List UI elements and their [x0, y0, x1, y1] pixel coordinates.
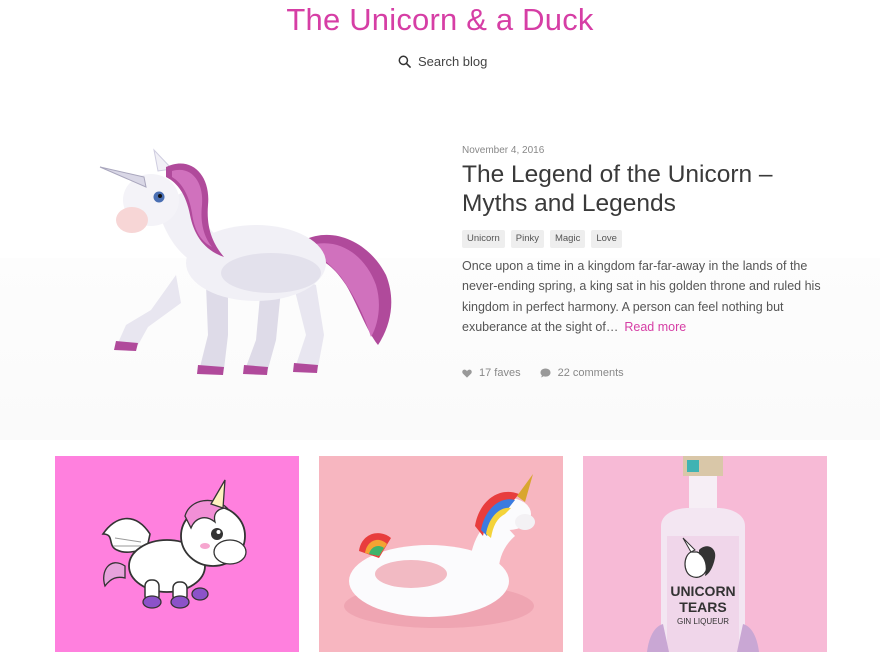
- faves-count: 17 faves: [479, 367, 521, 379]
- inflatable-unicorn-float-image: [344, 474, 535, 628]
- faves-button[interactable]: 17 faves: [462, 367, 521, 379]
- site-title[interactable]: The Unicorn & a Duck: [0, 2, 880, 38]
- comments-count: 22 comments: [557, 367, 624, 379]
- post-card-3[interactable]: UNICORN TEARS GIN LIQUEUR: [583, 456, 827, 652]
- post-tags: Unicorn Pinky Magic Love: [462, 230, 622, 248]
- featured-post-image[interactable]: [96, 145, 406, 385]
- post-card-2[interactable]: [319, 456, 563, 652]
- tag-magic[interactable]: Magic: [549, 230, 586, 248]
- cartoon-winged-unicorn-image: [101, 479, 247, 609]
- search-blog[interactable]: Search blog: [398, 51, 487, 71]
- post-card-1[interactable]: [55, 456, 299, 652]
- post-date: November 4, 2016: [462, 145, 545, 156]
- read-more-link[interactable]: Read more: [624, 320, 686, 334]
- bottle-label-line-3: GIN LIQUEUR: [677, 617, 729, 626]
- post-title-line-1: The Legend of the Unicorn –: [462, 161, 773, 188]
- bottle-label-line-2: TEARS: [679, 599, 726, 615]
- tag-pinky[interactable]: Pinky: [510, 230, 544, 248]
- post-title-line-2: Myths and Legends: [462, 190, 676, 217]
- bottle-label-line-1: UNICORN: [670, 583, 735, 599]
- unicorn-tears-gin-bottle-image: UNICORN TEARS GIN LIQUEUR: [647, 456, 759, 652]
- search-icon: [398, 55, 411, 68]
- search-label: Search blog: [418, 53, 488, 69]
- comment-bubble-icon: [540, 368, 551, 378]
- heart-icon: [462, 369, 472, 378]
- post-meta: 17 faves 22 comments: [462, 367, 624, 379]
- comments-link[interactable]: 22 comments: [540, 367, 624, 379]
- post-title[interactable]: The Legend of the Unicorn – Myths and Le…: [462, 160, 832, 218]
- tag-love[interactable]: Love: [591, 230, 622, 248]
- tag-unicorn[interactable]: Unicorn: [462, 230, 505, 248]
- post-excerpt: Once upon a time in a kingdom far-far-aw…: [462, 256, 827, 337]
